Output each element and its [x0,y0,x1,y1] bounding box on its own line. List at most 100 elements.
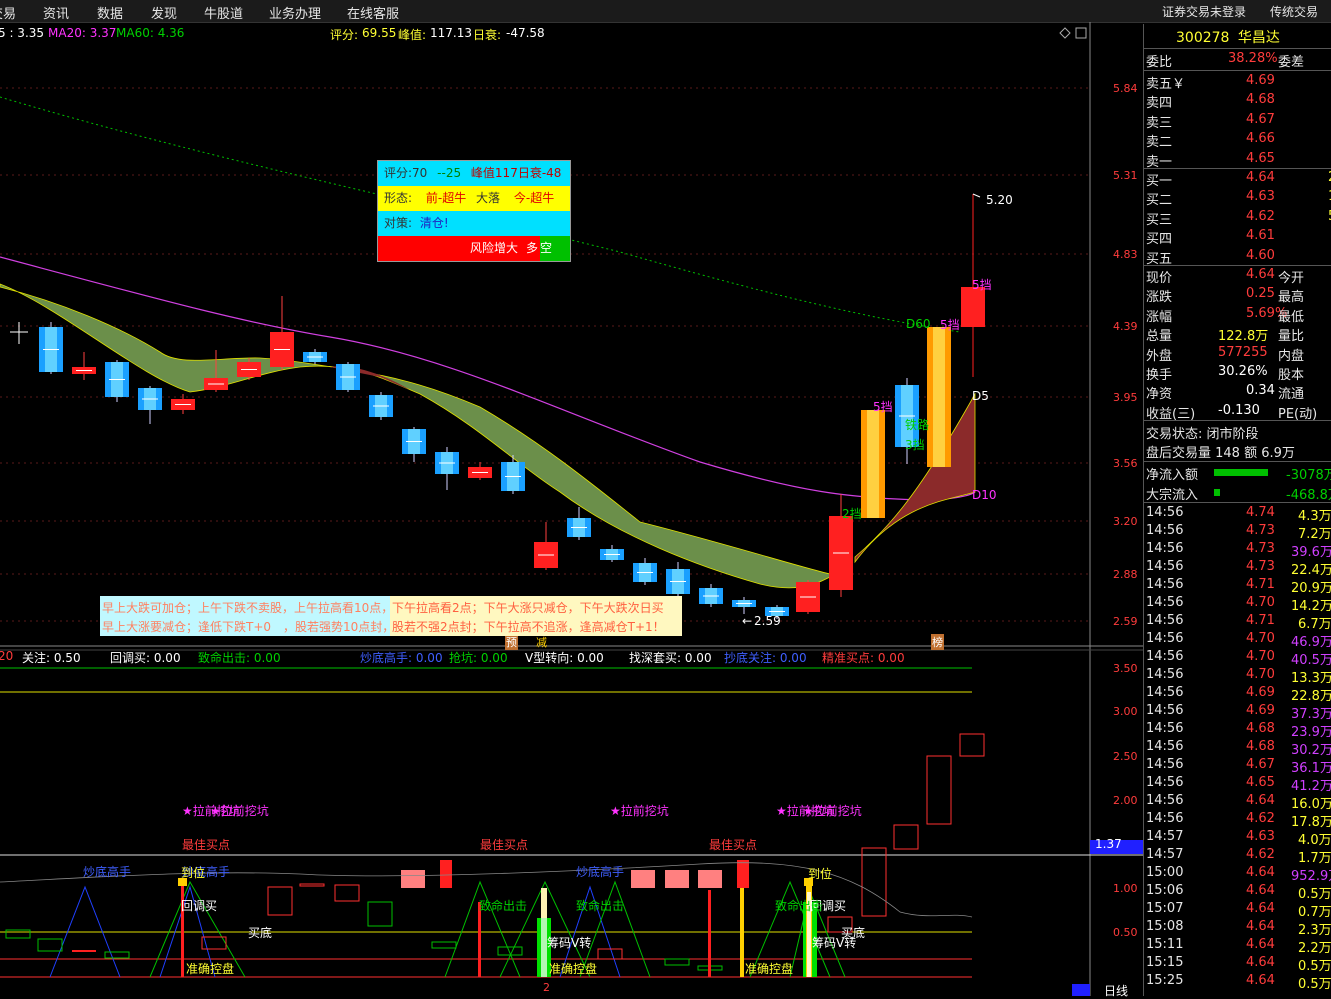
signal-daowei-2: 到位 [808,867,833,881]
bid-price: 4.60 [1246,247,1275,263]
price-tick-label: 3.95 [1113,391,1138,404]
menu-data[interactable]: 数据 [97,3,123,22]
tick-time: 15:15 [1146,955,1184,970]
menu-discover[interactable]: 发现 [151,3,177,22]
tick-time: 14:56 [1146,685,1184,700]
tick-volume: 37.3万 [1291,707,1331,722]
tick-price: 4.68 [1246,721,1275,736]
quote-label: 换手 [1146,368,1173,383]
quote-value: -0.130 [1218,402,1260,418]
low-price-label: 2.59 [754,614,781,628]
tick-price: 4.73 [1246,541,1275,556]
ind-label-1: 关注: 0.50 [22,651,81,665]
menu-news[interactable]: 资讯 [43,3,69,22]
tick-time: 14:56 [1146,559,1184,574]
tick-time: 15:11 [1146,937,1184,952]
stock-code: 300278 [1176,30,1230,46]
bid-label: 买二 [1146,193,1173,209]
bid-label: 买三 [1146,212,1173,228]
tick-price: 4.65 [1246,775,1275,790]
tick-price: 4.68 [1246,739,1275,754]
signal-best-2: 最佳买点 [480,838,529,852]
high-price-label: 5.20 [986,193,1013,207]
price-tick-label: 3.56 [1113,457,1138,470]
tick-time: 15:00 [1146,865,1184,880]
ind-label-4: 炒底高手: 0.00 [360,651,443,665]
tick-volume: 2.2万 [1298,941,1331,956]
tick-volume: 14.2万 [1291,599,1331,614]
menu-business[interactable]: 业务办理 [269,3,321,22]
dang-label-4: 2挡 [842,507,862,521]
current-indicator-value: 1.37 [1095,837,1122,851]
ind-label-7: 找深套买: 0.00 [629,651,712,665]
info-shape-label: 形态: [384,191,413,205]
top-menu-bar: 交易 资讯 数据 发现 牛股道 业务办理 在线客服 证券交易未登录 传统交易 [0,0,1331,23]
quote-label: 总量 [1146,329,1173,345]
quote-label-2: 量比 [1278,329,1305,345]
price-tick-label: 2.88 [1113,568,1138,581]
tick-time: 14:56 [1146,505,1184,520]
info-row-shape: 形态: 前-超牛 大落 今-超牛 [378,186,570,211]
quote-label: 涨幅 [1146,309,1173,325]
tick-time: 14:56 [1146,577,1184,592]
ask-label: 卖五￥ [1146,77,1186,92]
bang-tag: 榜 [931,634,944,650]
sep-6 [1144,461,1331,462]
candle-orange-1-inner [867,410,879,518]
candle-last [961,287,985,327]
period-tab[interactable]: 日线 [1104,982,1128,999]
sep-3 [1144,168,1331,169]
stock-name: 华昌达 [1237,30,1280,46]
tick-time: 14:56 [1146,721,1184,736]
tick-volume: 23.9万 [1291,725,1331,740]
menu-classic-trade[interactable]: 传统交易 [1270,3,1318,20]
signal-kongpan-3: 准确控盘 [745,962,794,976]
indicator-tick-label: 0.50 [1113,926,1138,939]
menu-login-status[interactable]: 证券交易未登录 [1162,3,1246,20]
info-risk: 风险增大 [470,241,519,255]
tick-volume: 0.7万 [1298,905,1331,920]
signal-best-3: 最佳买点 [709,838,758,852]
tick-volume: 30.2万 [1291,743,1331,758]
bid-label: 买一 [1146,174,1173,189]
tick-time: 14:56 [1146,811,1184,826]
quote-value: 0.34 [1246,383,1275,399]
kline-chart[interactable]: 5.845.314.834.393.953.563.202.882.59 3.5… [0,22,1143,996]
tick-time: 14:56 [1146,649,1184,664]
tick-price: 4.71 [1246,577,1275,592]
ind-label-2: 回调买: 0.00 [110,651,181,665]
signal-jqwk-1: ★拉前挖坑 [210,804,269,818]
price-tick-label: 5.31 [1113,169,1138,182]
info-score: 评分:70 [384,166,428,180]
ask-price: 4.67 [1246,111,1275,127]
signal-best-1: 最佳买点 [182,838,231,852]
ask-price: 4.66 [1246,131,1275,147]
bottom-marker: 2 [543,981,550,994]
info-strategy: 清仓! [419,216,449,230]
indicator-tick-label: 2.50 [1113,750,1138,763]
menu-niugudao[interactable]: 牛股道 [204,3,243,22]
tick-volume: 16.0万 [1291,797,1331,812]
flow-value: -468.8万 [1286,487,1331,503]
menu-online-service[interactable]: 在线客服 [347,3,399,22]
sep-5 [1144,420,1331,421]
tick-time: 14:56 [1146,739,1184,754]
tick-price: 4.62 [1246,847,1275,862]
tick-time: 14:56 [1146,595,1184,610]
fangxiang-label: 铁路 [905,418,930,432]
quote-value: 4.64 [1246,267,1275,282]
tick-price: 4.62 [1246,811,1275,826]
signal-chouma-1: 筹码V转 [547,936,592,950]
indicator-tick-label: 3.00 [1113,705,1138,718]
tick-volume: 40.5万 [1291,653,1331,668]
price-tick-label: 2.59 [1113,615,1138,628]
quote-label: 现价 [1146,271,1173,286]
signal-cdgs-3: 炒底高手 [576,865,625,879]
ind-label-8: 抄底关注: 0.00 [724,651,807,665]
dang-label-5: 3挡 [905,438,925,452]
tick-time: 14:57 [1146,829,1184,844]
tick-price: 4.70 [1246,667,1275,682]
info-strategy-label: 对策: [384,216,413,230]
tick-volume: 1.7万 [1298,851,1331,866]
menu-trade[interactable]: 交易 [0,3,16,22]
